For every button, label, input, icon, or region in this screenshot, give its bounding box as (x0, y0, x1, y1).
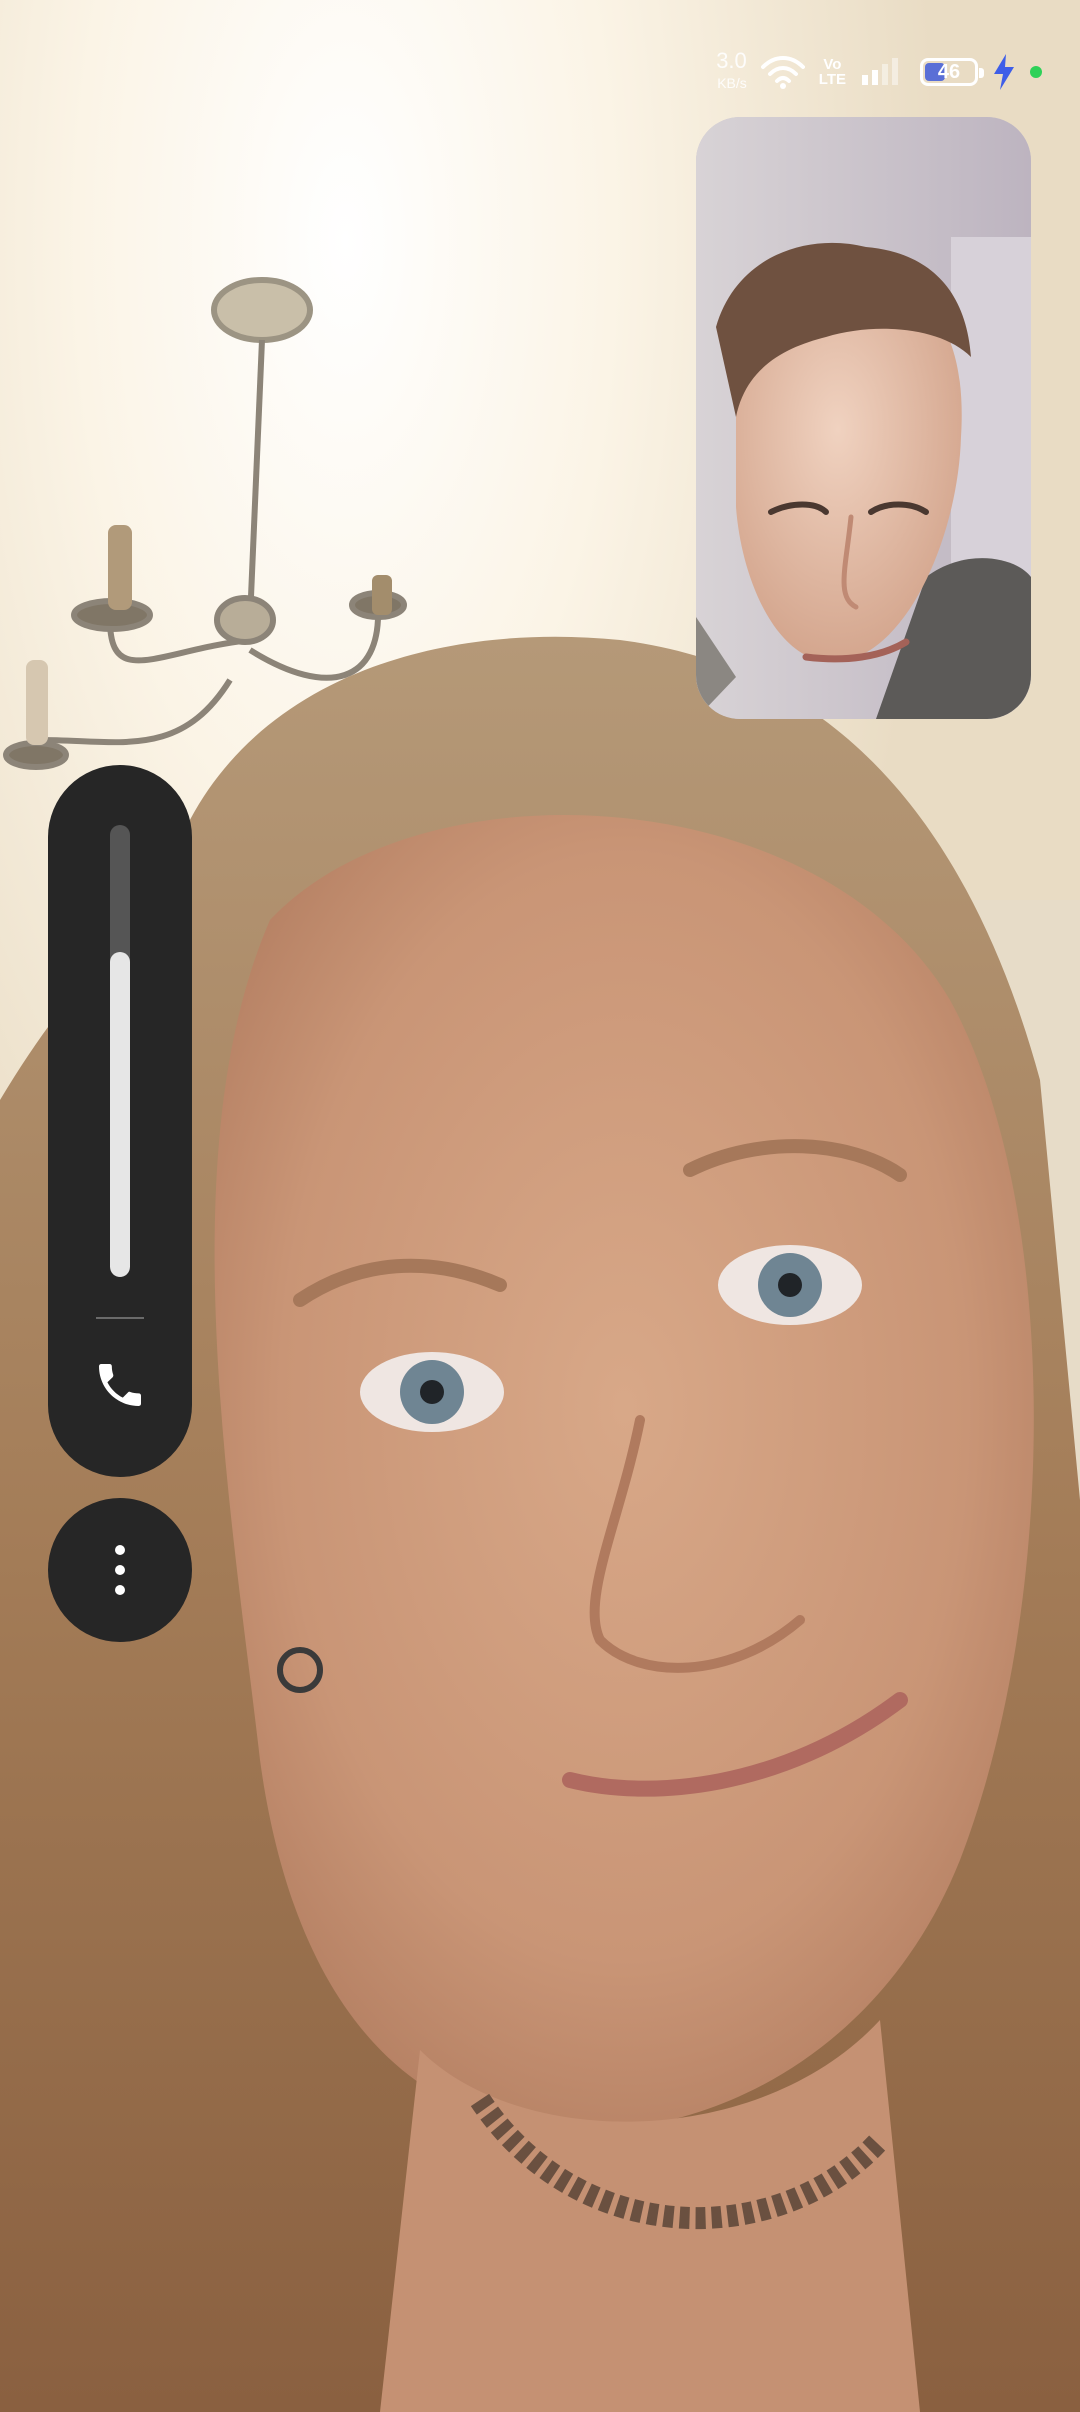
network-speed-unit: KB/s (717, 75, 747, 91)
status-dot (1030, 66, 1042, 78)
wifi-icon (760, 56, 805, 89)
self-preview-frame (696, 117, 1031, 719)
network-speed-value: 3.0 (716, 48, 747, 73)
lightning-bolt-icon (994, 54, 1014, 90)
volte-label-top: Vo (823, 56, 842, 73)
more-options-button[interactable] (48, 1498, 192, 1642)
volume-panel (48, 765, 192, 1477)
status-icons: 3.0 KB/s Vo LTE 46 (716, 50, 1042, 94)
volume-slider[interactable] (110, 825, 130, 1277)
battery-cap (979, 68, 984, 78)
battery-indicator: 46 (920, 58, 984, 86)
volume-divider (96, 1317, 144, 1319)
more-vertical-icon (115, 1545, 125, 1595)
network-speed: 3.0 KB/s (716, 50, 747, 94)
self-preview[interactable] (696, 117, 1031, 719)
phone-handset-icon (99, 1364, 141, 1406)
audio-output-button[interactable] (80, 1345, 160, 1425)
signal-bars-icon (862, 58, 898, 85)
battery-level: 46 (937, 60, 961, 83)
volume-slider-fill (110, 951, 130, 1277)
candle (26, 660, 48, 745)
candle (108, 525, 132, 610)
candle (372, 575, 392, 615)
volte-indicator: Vo LTE (819, 57, 846, 87)
volte-label-bottom: LTE (818, 71, 846, 88)
